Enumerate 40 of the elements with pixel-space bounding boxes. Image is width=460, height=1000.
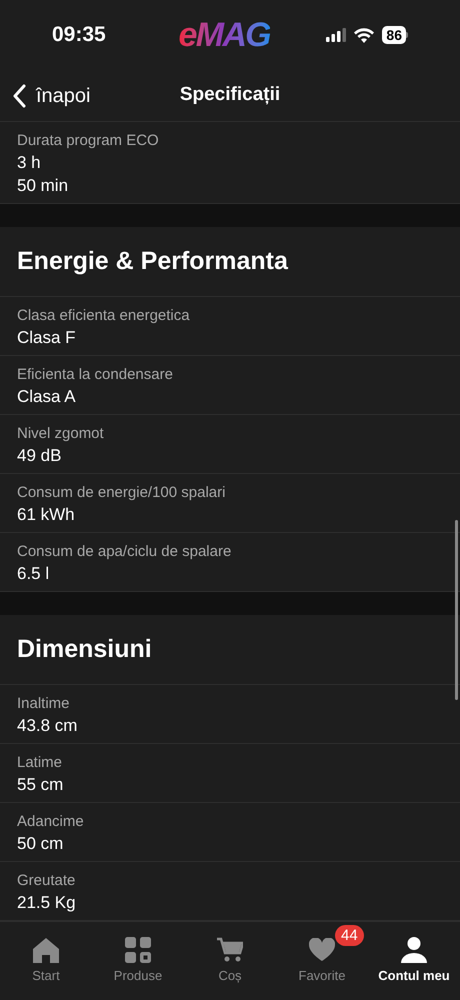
cart-icon [217,937,243,963]
spec-label: Greutate [17,871,76,891]
tab-item[interactable]: Contul meu [378,936,450,986]
spec-label: Inaltime [17,694,71,714]
tab-item[interactable]: Coș [217,936,243,986]
spec-value: 21.5 Kg [17,892,77,914]
tab-item[interactable]: Produse [114,936,162,986]
person-icon [401,937,427,963]
spec-value: 49 dB [17,445,62,467]
spec-value: Clasa F [17,327,77,349]
status-time: 09:35 [52,22,107,48]
spec-label: Eficienta la condensare [17,365,174,385]
spec-label: Latime [17,753,64,773]
home-icon [32,937,60,963]
spec-value: Clasa A [17,386,77,408]
spec-label: Adancime [17,812,85,832]
back-button[interactable]: înapoi [0,80,90,110]
chevron-left-icon [12,84,26,108]
tab-item[interactable]: Start [32,936,60,986]
grid-icon [124,937,151,963]
spec-value: 50 min [17,175,70,197]
spec-label: Clasa eficienta energetica [17,306,191,326]
wifi-icon [354,28,374,42]
page-title: Specificații [180,83,280,108]
spec-label: Consum de apa/ciclu de spalare [17,542,232,562]
spec-label: Durata program ECO [17,131,160,151]
section-heading: Energie & Performanta [0,227,460,297]
spec-value: 55 cm [17,774,64,796]
badge: 44 [335,925,364,946]
signal-icon [326,28,346,42]
spec-label: Nivel zgomot [17,424,105,444]
spec-value: 50 cm [17,833,64,855]
battery-tip [406,32,408,38]
spec-value: 43.8 cm [17,715,78,737]
spec-value: 6.5 l [17,563,50,585]
battery-level: 86 [382,26,406,44]
spec-value: 3 h [17,152,42,174]
spec-label: Consum de energie/100 spalari [17,483,226,503]
heart-icon [309,938,335,962]
spec-value: 61 kWh [17,504,76,526]
